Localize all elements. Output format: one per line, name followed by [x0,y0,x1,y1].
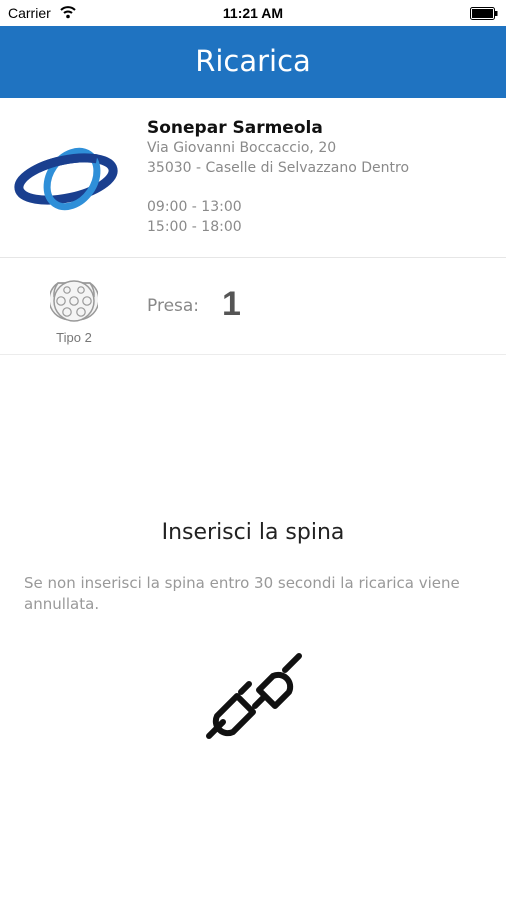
presa-label: Presa: [147,296,200,316]
instruction-text: Se non inserisci la spina entro 30 secon… [24,574,460,613]
station-hours-morning: 09:00 - 13:00 [147,199,242,215]
station-address-line1: Via Giovanni Boccaccio, 20 [147,140,337,156]
station-card: Sonepar Sarmeola Via Giovanni Boccaccio,… [0,98,506,258]
sonepar-logo-icon [14,147,118,211]
socket-row: Tipo 2 Presa: 1 [0,258,506,355]
instruction-title: Inserisci la spina [161,520,345,545]
battery-icon [470,7,498,20]
nav-bar: Ricarica [0,26,506,98]
socket-type-label: Tipo 2 [56,330,92,345]
status-time: 11:21 AM [222,5,284,21]
station-hours-afternoon: 15:00 - 18:00 [147,219,242,235]
type2-socket-icon [50,280,98,322]
status-bar: Carrier 11:21 AM [0,0,506,26]
page-title: Ricarica [195,44,311,78]
station-address-line2: 35030 - Caselle di Selvazzano Dentro [147,160,410,176]
presa-value: 1 [222,285,241,323]
plug-icon [206,653,302,739]
station-name: Sonepar Sarmeola [147,118,323,138]
